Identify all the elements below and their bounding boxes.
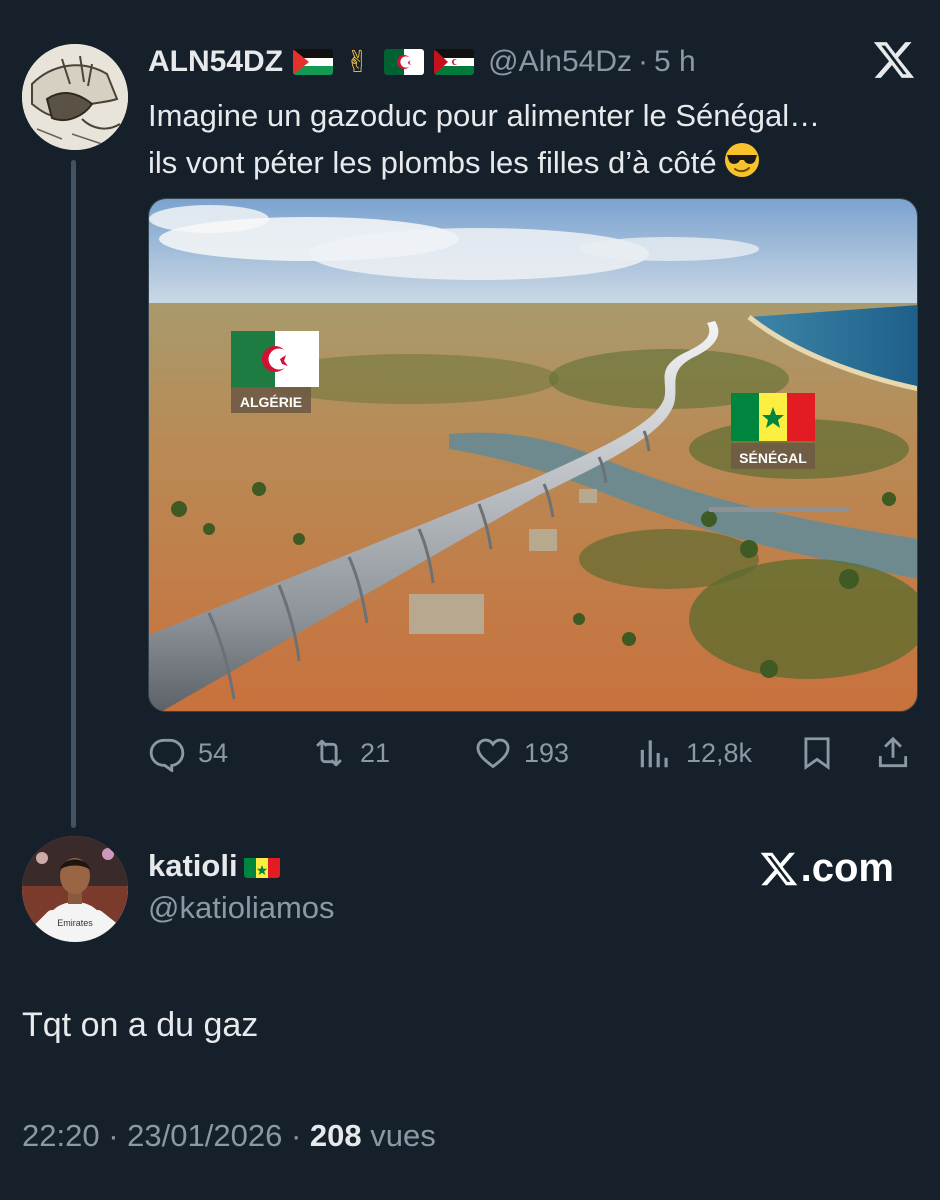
reply-views-label: vues (370, 1118, 436, 1153)
like-button[interactable]: 193 (474, 728, 569, 778)
reply-date[interactable]: 23/01/2026 (127, 1118, 282, 1153)
thread-line (71, 160, 76, 828)
quoted-tweet-time[interactable]: 5 h (654, 45, 696, 79)
meta-separator: · (108, 1118, 119, 1153)
reply-button[interactable]: 54 (148, 728, 228, 778)
quoted-author-handle[interactable]: @Aln54Dz (488, 45, 632, 79)
quoted-author-avatar[interactable] (22, 44, 128, 150)
retweet-count: 21 (360, 737, 391, 768)
palestine-flag-icon (293, 49, 334, 75)
svg-text:Emirates: Emirates (57, 918, 93, 928)
like-icon (476, 738, 510, 769)
reply-time[interactable]: 22:20 (22, 1118, 100, 1153)
quoted-tweet-header: ALN54DZ ✌ @Aln54Dz · 5 h (148, 42, 696, 82)
quoted-tweet-actions: 54 21 193 12,8k (148, 728, 918, 778)
retweet-icon (316, 739, 342, 767)
reply-count: 54 (198, 737, 229, 768)
quoted-tweet-text: Imagine un gazoduc pour alimenter le Sén… (148, 92, 928, 186)
algeria-label: ALGÉRIE (240, 394, 302, 410)
retweet-button[interactable]: 21 (310, 728, 390, 778)
x-com-watermark: .com (759, 846, 894, 891)
senegal-flag-icon (243, 854, 280, 878)
bookmark-button[interactable] (798, 728, 848, 778)
x-logo-icon (760, 852, 797, 885)
tweet-media-image[interactable]: ALGÉRIE SÉNÉGAL (148, 198, 918, 712)
quoted-tweet-text-line1: Imagine un gazoduc pour alimenter le Sén… (148, 98, 821, 133)
views-icon (640, 740, 668, 768)
reply-author-name[interactable]: katioli (148, 848, 238, 884)
victory-hand-icon: ✌ (345, 45, 371, 79)
reply-views-count: 208 (309, 1118, 362, 1153)
share-button[interactable] (874, 728, 924, 778)
bookmark-icon (804, 737, 830, 771)
reply-text: Tqt on a du gaz (22, 1006, 259, 1044)
share-icon (878, 736, 908, 768)
x-logo-icon[interactable] (872, 38, 916, 82)
meta-separator: · (638, 45, 649, 78)
quoted-author-name[interactable]: ALN54DZ (148, 45, 283, 79)
reply-meta: 22:20 · 23/01/2026 · 208 vues (22, 1118, 436, 1154)
reply-author-name-row: katioli (148, 848, 280, 884)
meta-separator: · (290, 1118, 302, 1153)
sahrawi-flag-icon (434, 49, 475, 75)
x-com-text: .com (800, 846, 894, 890)
like-count: 193 (524, 737, 570, 768)
reply-icon (149, 738, 185, 772)
reply-author-handle[interactable]: @katioliamos (148, 890, 335, 926)
views-count: 12,8k (686, 737, 753, 768)
algeria-flag-icon (384, 49, 425, 75)
sunglasses-emoji-icon (723, 141, 761, 179)
senegal-label: SÉNÉGAL (739, 450, 807, 466)
quoted-tweet-text-line2: ils vont péter les plombs les filles d’à… (148, 145, 717, 180)
reply-author-avatar[interactable]: Emirates (22, 836, 128, 942)
views-button[interactable]: 12,8k (636, 728, 752, 778)
